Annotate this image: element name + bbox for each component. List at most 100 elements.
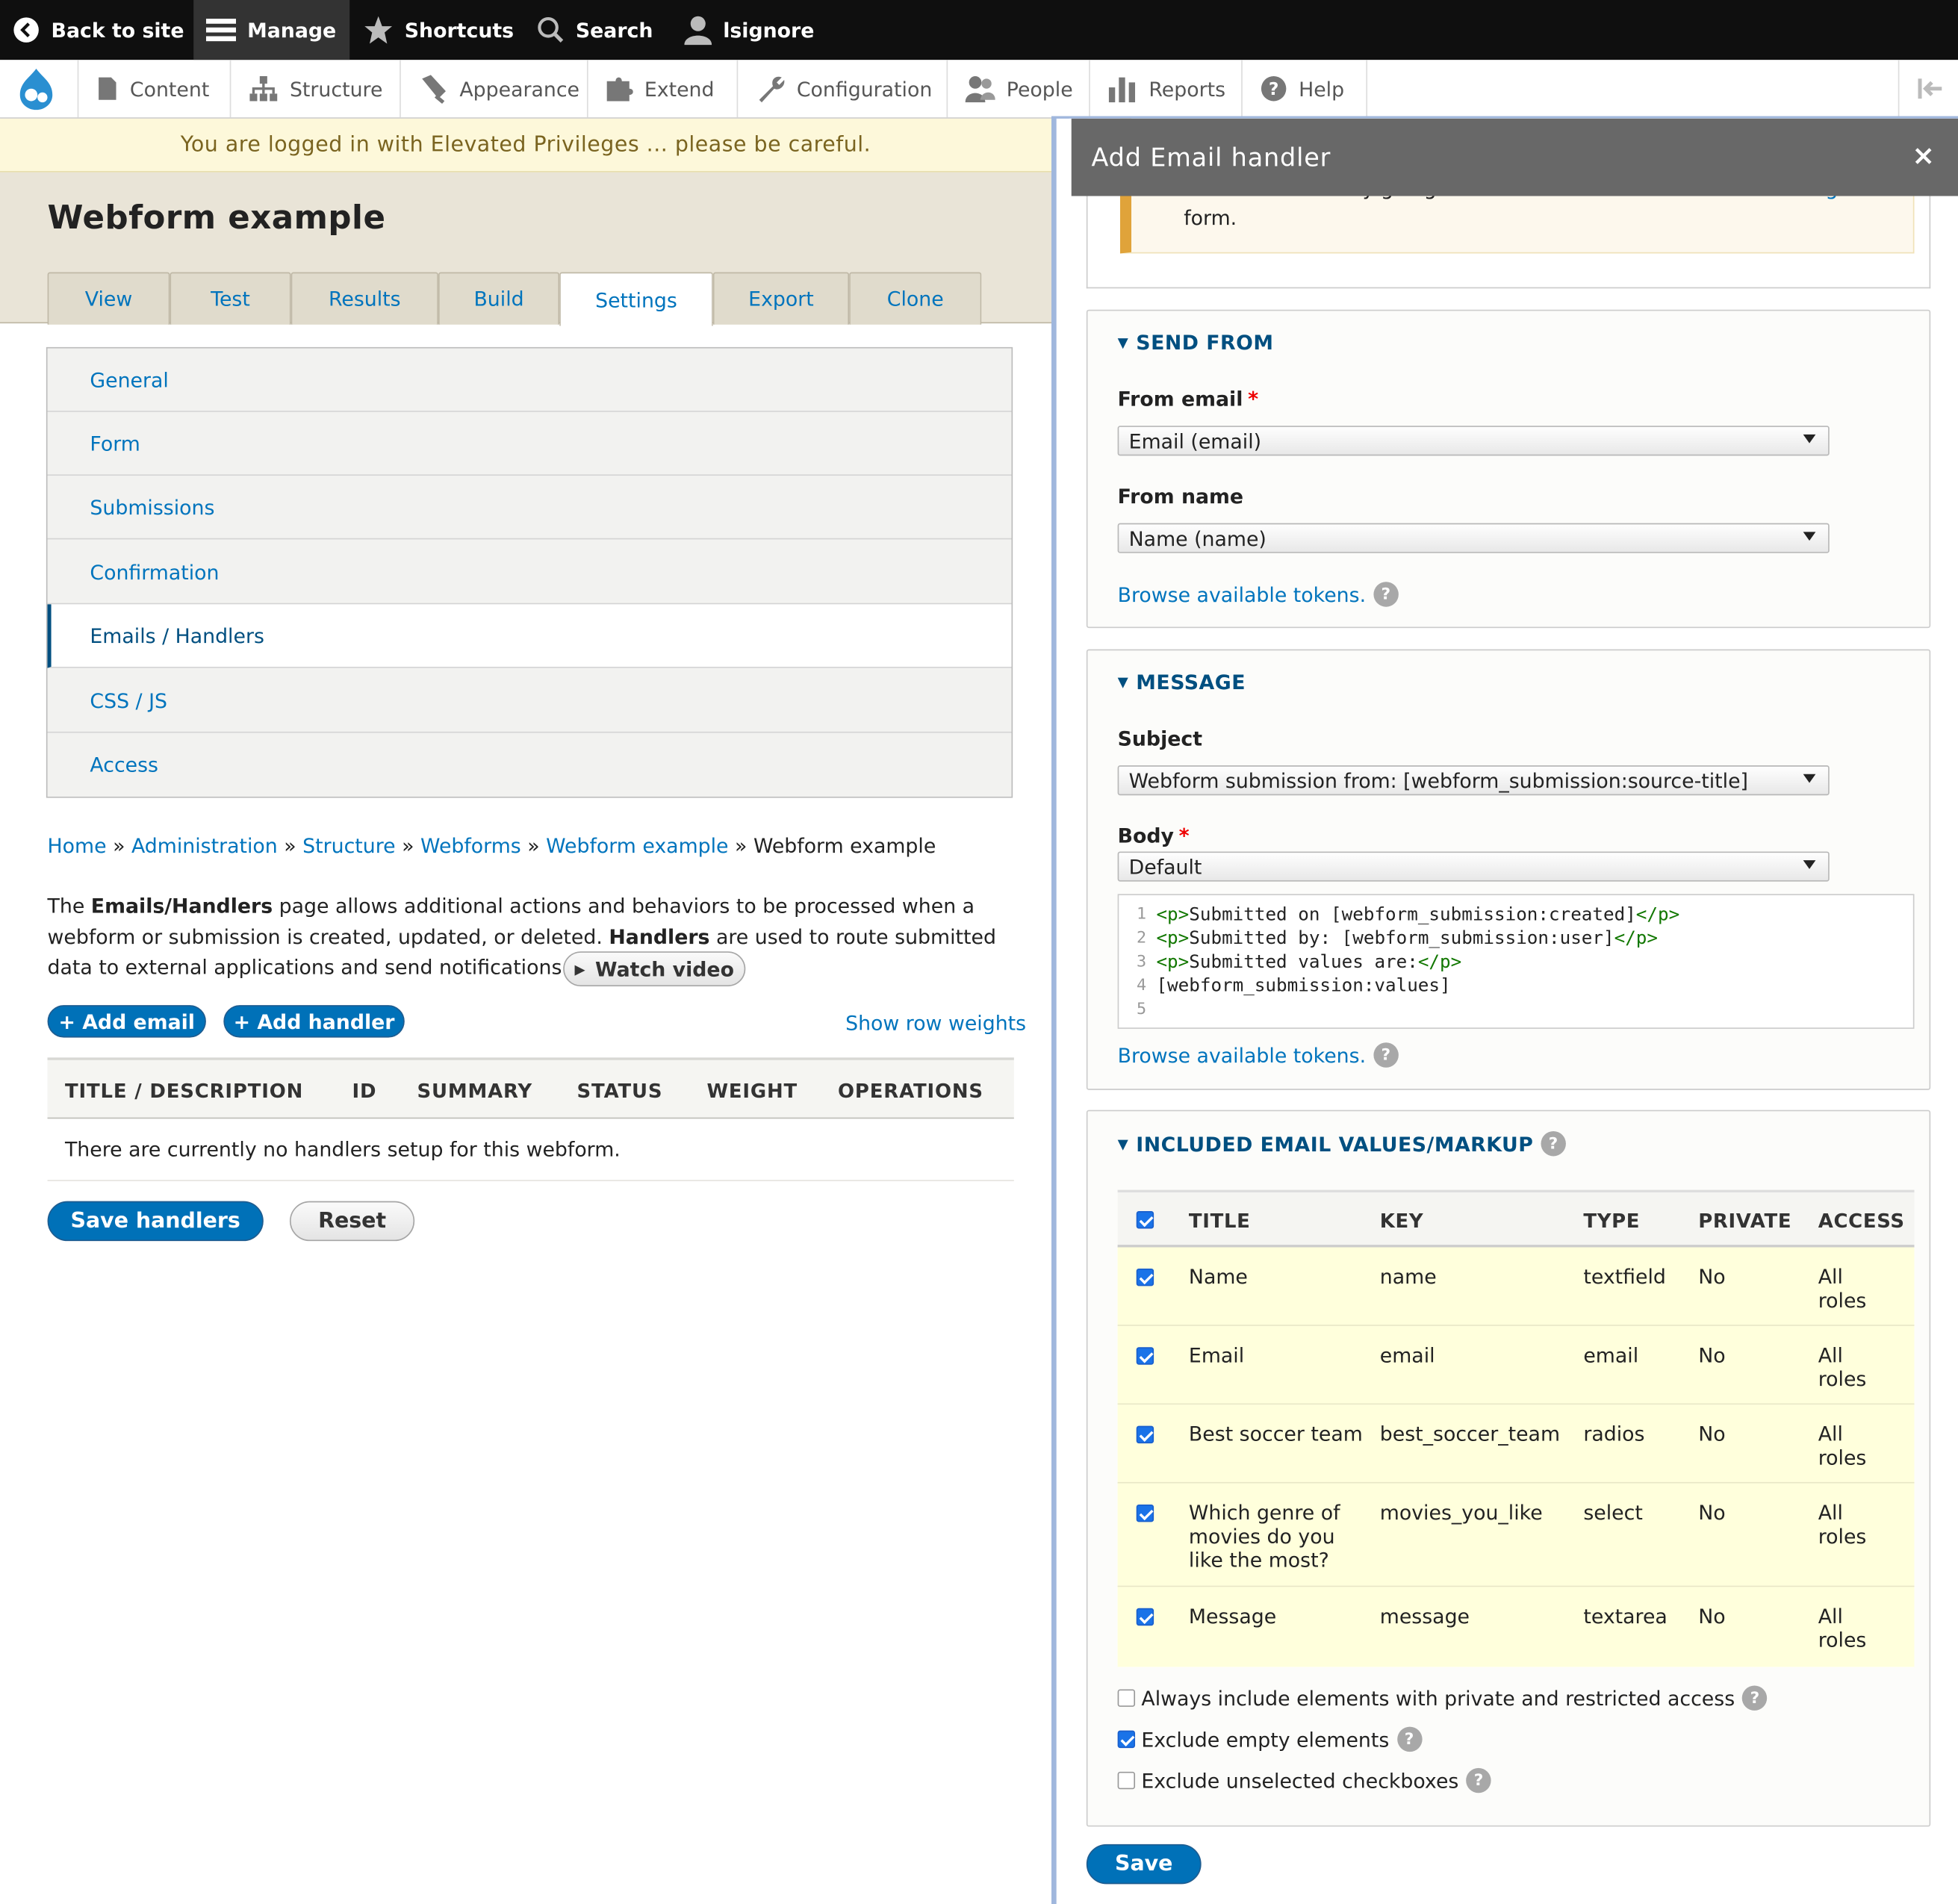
- dialog-title: Add Email handler: [1091, 142, 1331, 172]
- orientation-toggle[interactable]: [1898, 60, 1958, 118]
- subject-select[interactable]: Webform submission from: [webform_submis…: [1117, 765, 1830, 796]
- save-button[interactable]: Save: [1086, 1844, 1202, 1885]
- tray-reports-label: Reports: [1149, 76, 1226, 101]
- show-row-weights-link[interactable]: Show row weights: [845, 1011, 1026, 1035]
- from-email-value: Email (email): [1128, 429, 1262, 453]
- message-legend[interactable]: ▼ MESSAGE: [1118, 671, 1246, 694]
- people-icon: [965, 76, 995, 103]
- help-icon[interactable]: ?: [1541, 1131, 1566, 1157]
- table-row[interactable]: Which genre of movies do you like the mo…: [1117, 1483, 1915, 1587]
- breadcrumb-webform-example[interactable]: Webform example: [546, 834, 728, 858]
- save-handlers-button[interactable]: Save handlers: [47, 1201, 264, 1242]
- tray-content[interactable]: Content: [78, 60, 231, 118]
- watch-video-button[interactable]: ▶ Watch video: [563, 951, 746, 987]
- breadcrumb-webforms[interactable]: Webforms: [420, 834, 521, 858]
- row-checkbox[interactable]: [1136, 1608, 1154, 1626]
- dropdown-arrow-icon: [1803, 532, 1816, 541]
- breadcrumb-home[interactable]: Home: [48, 834, 107, 858]
- row-access: All roles: [1818, 1500, 1867, 1549]
- help-icon[interactable]: ?: [1396, 1726, 1422, 1752]
- option-always-include[interactable]: Always include elements with private and…: [1117, 1685, 1867, 1713]
- help-icon[interactable]: ?: [1373, 582, 1399, 607]
- tray-help[interactable]: ? Help: [1243, 60, 1368, 118]
- tab-view[interactable]: View: [47, 272, 170, 325]
- table-row[interactable]: Email email email No All roles: [1117, 1325, 1915, 1405]
- option-label-text: Exclude unselected checkboxes: [1141, 1768, 1459, 1793]
- code-tag: <p>: [1156, 952, 1190, 972]
- manage-tab[interactable]: Manage: [193, 0, 350, 60]
- option-exclude-unselected[interactable]: Exclude unselected checkboxes?: [1117, 1767, 1867, 1796]
- tray-people[interactable]: People: [948, 60, 1090, 118]
- always-include-checkbox[interactable]: [1117, 1689, 1136, 1707]
- from-name-value: Name (name): [1128, 526, 1267, 550]
- user-tab[interactable]: lsignore: [684, 0, 814, 60]
- vtab-submissions[interactable]: Submissions: [47, 476, 1012, 540]
- included-table-header: TITLE KEY TYPE PRIVATE ACCESS: [1117, 1192, 1915, 1248]
- code-tag: <p>: [1156, 928, 1190, 949]
- breadcrumb-structure[interactable]: Structure: [302, 834, 395, 858]
- col-operations: OPERATIONS: [838, 1080, 983, 1103]
- row-key: movies_you_like: [1379, 1500, 1543, 1525]
- included-values-legend[interactable]: ▼ INCLUDED EMAIL VALUES/MARKUP?: [1118, 1131, 1566, 1157]
- dialog-title-bar: Add Email handler ×: [1071, 118, 1958, 196]
- tray-extend[interactable]: Extend: [588, 60, 739, 118]
- tab-settings[interactable]: Settings: [559, 272, 713, 326]
- table-row[interactable]: Name name textfield No All roles: [1117, 1247, 1915, 1326]
- row-title: Email: [1188, 1343, 1245, 1368]
- collapse-arrow-icon: [1918, 78, 1942, 99]
- browse-tokens-label: Browse available tokens.: [1117, 582, 1367, 606]
- body-select[interactable]: Default: [1117, 851, 1830, 882]
- search-tab[interactable]: Search: [537, 0, 653, 60]
- help-icon[interactable]: ?: [1466, 1767, 1491, 1793]
- help-icon[interactable]: ?: [1742, 1685, 1768, 1711]
- tab-build[interactable]: Build: [438, 272, 560, 325]
- row-checkbox[interactable]: [1136, 1505, 1154, 1522]
- browse-tokens-link[interactable]: Browse available tokens.?: [1117, 582, 1399, 607]
- exclude-unselected-checkbox[interactable]: [1117, 1771, 1136, 1790]
- row-checkbox[interactable]: [1136, 1268, 1154, 1287]
- breadcrumb-administration[interactable]: Administration: [131, 834, 278, 858]
- close-icon[interactable]: ×: [1912, 141, 1936, 172]
- drupal-logo[interactable]: [0, 60, 79, 118]
- vtab-emails-handlers[interactable]: Emails / Handlers: [47, 604, 1012, 668]
- help-icon[interactable]: ?: [1373, 1042, 1399, 1068]
- from-name-select[interactable]: Name (name): [1117, 523, 1830, 553]
- exclude-empty-checkbox[interactable]: [1117, 1730, 1136, 1749]
- vtab-css-js[interactable]: CSS / JS: [47, 669, 1012, 733]
- table-row[interactable]: Best soccer team best_soccer_team radios…: [1117, 1404, 1915, 1484]
- add-handler-button[interactable]: + Add handler: [223, 1005, 405, 1038]
- body-code-editor[interactable]: 1 <p> Submitted on [webform_submission:cre…: [1117, 894, 1915, 1029]
- svg-text:?: ?: [1269, 78, 1279, 99]
- col-summary[interactable]: SUMMARY: [417, 1080, 533, 1102]
- col-id[interactable]: ID: [352, 1080, 377, 1102]
- add-email-button[interactable]: + Add email: [47, 1005, 206, 1038]
- col-status[interactable]: STATUS: [577, 1080, 663, 1102]
- body-label-text: Body: [1117, 824, 1174, 848]
- tab-results[interactable]: Results: [290, 272, 438, 325]
- back-to-site-link[interactable]: Back to site: [13, 0, 184, 60]
- row-checkbox[interactable]: [1136, 1347, 1154, 1365]
- tray-reports[interactable]: Reports: [1090, 60, 1243, 118]
- dropdown-arrow-icon: [1803, 860, 1816, 869]
- vtab-form[interactable]: Form: [47, 411, 1012, 476]
- select-all-checkbox[interactable]: [1136, 1211, 1154, 1229]
- tray-appearance[interactable]: Appearance: [401, 60, 588, 118]
- reset-button[interactable]: Reset: [289, 1201, 415, 1242]
- tab-clone[interactable]: Clone: [849, 272, 982, 325]
- tray-structure[interactable]: Structure: [231, 60, 401, 118]
- browse-tokens-link[interactable]: Browse available tokens.?: [1118, 1042, 1399, 1068]
- vtab-access[interactable]: Access: [47, 732, 1012, 797]
- tab-test[interactable]: Test: [170, 272, 291, 325]
- vtab-general[interactable]: General: [47, 348, 1012, 412]
- send-from-legend[interactable]: ▼ SEND FROM: [1118, 331, 1274, 355]
- col-title-description[interactable]: TITLE / DESCRIPTION: [65, 1080, 303, 1102]
- table-row[interactable]: Message message textarea No All roles: [1117, 1587, 1915, 1667]
- shortcuts-tab[interactable]: Shortcuts: [364, 0, 514, 60]
- from-email-select[interactable]: Email (email): [1117, 426, 1830, 456]
- vtab-confirmation[interactable]: Confirmation: [47, 541, 1012, 605]
- tray-configuration[interactable]: Configuration: [738, 60, 948, 118]
- col-weight[interactable]: WEIGHT: [706, 1080, 798, 1102]
- row-checkbox[interactable]: [1136, 1425, 1154, 1444]
- tab-export[interactable]: Export: [712, 272, 850, 325]
- option-exclude-empty[interactable]: Exclude empty elements?: [1117, 1726, 1867, 1755]
